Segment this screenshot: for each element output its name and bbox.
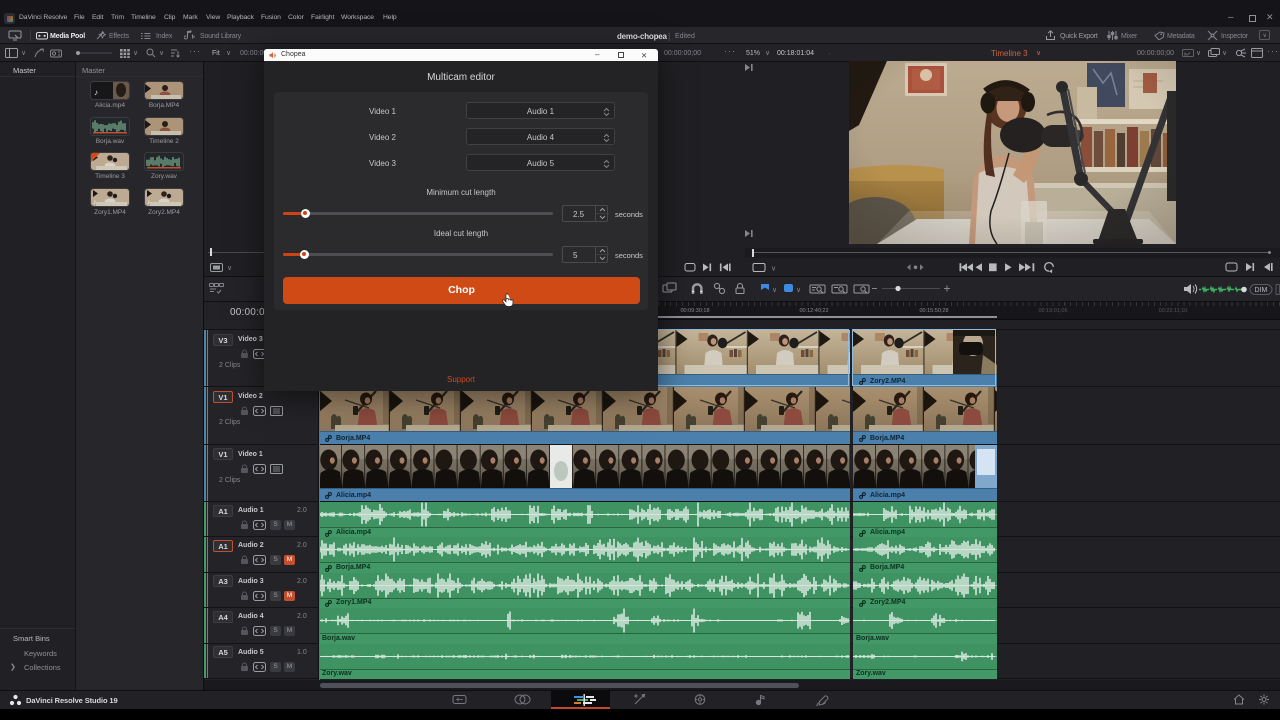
svg-text:DIM: DIM xyxy=(1255,287,1268,294)
svg-text:∨: ∨ xyxy=(796,287,801,294)
svg-text:♪: ♪ xyxy=(93,199,97,206)
svg-text:∨: ∨ xyxy=(772,287,777,294)
svg-text:♪: ♪ xyxy=(94,88,98,97)
svg-text:♪: ♪ xyxy=(147,199,151,206)
svg-text:∨: ∨ xyxy=(771,266,776,273)
